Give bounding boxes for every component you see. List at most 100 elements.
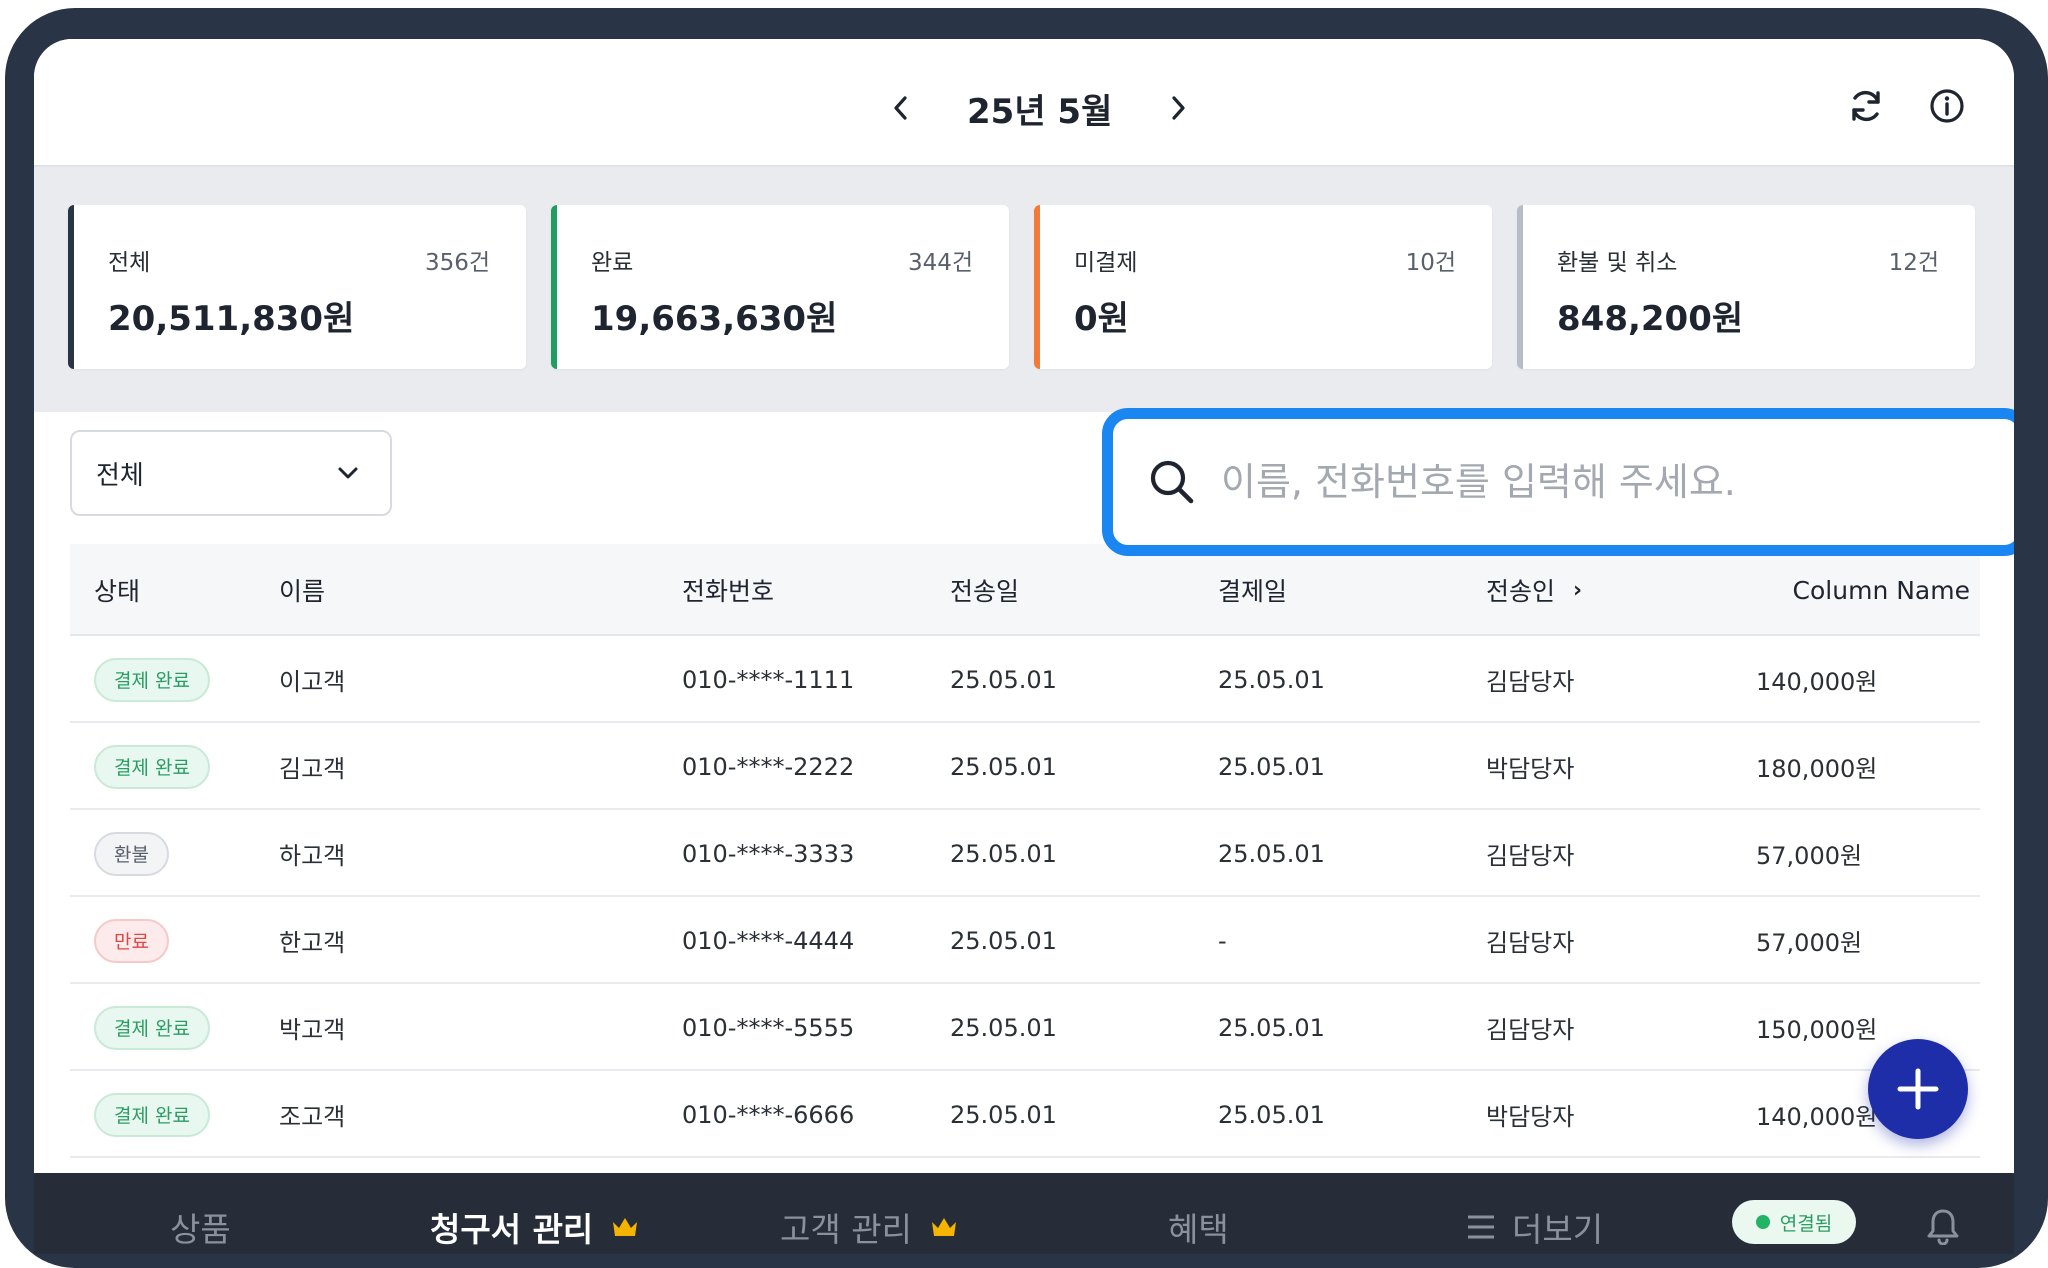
nav-item-more[interactable]: 더보기 <box>1466 1203 1603 1251</box>
nav-item-label: 더보기 <box>1512 1210 1604 1249</box>
summary-label: 전체 <box>108 250 151 276</box>
cell-name: 이고객 <box>279 668 346 696</box>
table-row[interactable]: 만료 한고객 010-****-4444 25.05.01 - 김담당자 57,… <box>70 897 1980 984</box>
cell-phone: 010-****-3333 <box>682 839 855 868</box>
summary-label: 환불 및 취소 <box>1557 250 1678 276</box>
nav-item-label: 상품 <box>170 1210 231 1249</box>
status-filter-select[interactable]: 전체 <box>70 430 392 516</box>
cell-sent-date: 25.05.01 <box>950 665 1057 694</box>
summary-section: 전체 356건 20,511,830원 완료 344건 19,663,630원 … <box>34 167 2014 412</box>
cell-sent-date: 25.05.01 <box>950 1100 1057 1129</box>
nav-item-products[interactable]: 상품 <box>170 1203 231 1251</box>
chevron-right-icon: › <box>1573 577 1583 603</box>
cell-amount: 57,000원 <box>1756 842 1863 870</box>
cell-sent-date: 25.05.01 <box>950 926 1057 955</box>
summary-amount: 20,511,830원 <box>108 299 355 339</box>
column-header-paid-date: 결제일 <box>1218 577 1288 606</box>
nav-item-label: 청구서 관리 <box>430 1210 594 1249</box>
nav-item-benefits[interactable]: 혜택 <box>1168 1203 1229 1251</box>
summary-count: 10건 <box>1405 250 1456 276</box>
status-badge: 결제 완료 <box>94 657 210 702</box>
search-icon <box>1150 460 1194 504</box>
summary-card-unpaid[interactable]: 미결제 10건 0원 <box>1034 205 1492 369</box>
summary-amount: 0원 <box>1074 299 1129 339</box>
cell-sender: 김담당자 <box>1486 842 1575 870</box>
table-row[interactable]: 결제 완료 이고객 010-****-1111 25.05.01 25.05.0… <box>70 636 1980 723</box>
summary-card-total[interactable]: 전체 356건 20,511,830원 <box>68 205 526 369</box>
chevron-right-icon <box>1172 96 1185 120</box>
search-input[interactable] <box>1221 460 2014 504</box>
cell-paid-date: 25.05.01 <box>1218 1100 1325 1129</box>
status-dot <box>1755 1215 1770 1229</box>
notification-button[interactable] <box>1920 1203 1966 1249</box>
cell-amount: 150,000원 <box>1756 1016 1878 1044</box>
cell-amount: 140,000원 <box>1756 668 1878 696</box>
cell-phone: 010-****-6666 <box>682 1100 855 1129</box>
cell-name: 한고객 <box>279 929 346 957</box>
cell-paid-date: 25.05.01 <box>1218 1013 1325 1042</box>
crown-icon <box>931 1218 956 1236</box>
cell-sender: 박담당자 <box>1486 1103 1575 1131</box>
refresh-button[interactable] <box>1841 81 1891 131</box>
cell-phone: 010-****-4444 <box>682 926 855 955</box>
column-header-sent-date: 전송일 <box>950 577 1020 606</box>
bell-icon <box>1927 1209 1959 1245</box>
cell-sender: 김담당자 <box>1486 668 1575 696</box>
cell-paid-date: 25.05.01 <box>1218 752 1325 781</box>
invoice-table: 상태 이름 전화번호 전송일 결제일 전송인 › Column Name 결제 … <box>70 544 1980 1158</box>
cell-sent-date: 25.05.01 <box>950 752 1057 781</box>
chevron-left-icon <box>894 96 907 120</box>
table-header: 상태 이름 전화번호 전송일 결제일 전송인 › Column Name <box>70 544 1980 636</box>
next-month-button[interactable] <box>1156 86 1200 130</box>
nav-item-customer-management[interactable]: 고객 관리 <box>780 1203 958 1251</box>
summary-amount: 19,663,630원 <box>591 299 838 339</box>
table-row[interactable]: 결제 완료 김고객 010-****-2222 25.05.01 25.05.0… <box>70 723 1980 810</box>
cell-amount: 57,000원 <box>1756 929 1863 957</box>
cell-paid-date: 25.05.01 <box>1218 839 1325 868</box>
cell-name: 조고객 <box>279 1103 346 1131</box>
prev-month-button[interactable] <box>879 86 923 130</box>
nav-item-label: 혜택 <box>1168 1210 1229 1249</box>
summary-amount: 848,200원 <box>1557 299 1744 339</box>
column-header-status: 상태 <box>94 577 141 606</box>
status-badge: 환불 <box>94 831 169 876</box>
cell-paid-date: 25.05.01 <box>1218 665 1325 694</box>
chevron-down-icon <box>338 467 358 479</box>
cell-sent-date: 25.05.01 <box>950 1013 1057 1042</box>
status-badge: 결제 완료 <box>94 1005 210 1050</box>
summary-label: 완료 <box>591 250 634 276</box>
cell-paid-date: - <box>1218 926 1227 955</box>
cell-sent-date: 25.05.01 <box>950 839 1057 868</box>
cell-amount: 140,000원 <box>1756 1103 1878 1131</box>
status-filter-value: 전체 <box>96 460 144 491</box>
month-navigator: 25년 5월 <box>879 83 1200 133</box>
summary-card-refund-cancel[interactable]: 환불 및 취소 12건 848,200원 <box>1517 205 1975 369</box>
add-invoice-button[interactable] <box>1868 1039 1968 1139</box>
cell-name: 하고객 <box>279 842 346 870</box>
info-button[interactable] <box>1922 81 1972 131</box>
nav-item-label: 고객 관리 <box>780 1210 912 1249</box>
cell-phone: 010-****-5555 <box>682 1013 855 1042</box>
table-row[interactable]: 결제 완료 조고객 010-****-6666 25.05.01 25.05.0… <box>70 1071 1980 1158</box>
table-row[interactable]: 결제 완료 박고객 010-****-5555 25.05.01 25.05.0… <box>70 984 1980 1071</box>
status-badge: 만료 <box>94 918 169 963</box>
refresh-icon <box>1852 90 1880 122</box>
summary-count: 356건 <box>424 250 490 276</box>
crown-icon <box>613 1218 638 1236</box>
column-header-sender-label: 전송인 <box>1486 577 1556 606</box>
column-header-sender[interactable]: 전송인 › <box>1486 544 1582 636</box>
nav-item-invoice-management[interactable]: 청구서 관리 <box>430 1203 639 1251</box>
cell-name: 김고객 <box>279 755 346 783</box>
summary-card-completed[interactable]: 완료 344건 19,663,630원 <box>551 205 1009 369</box>
summary-count: 344건 <box>907 250 973 276</box>
cell-name: 박고객 <box>279 1016 346 1044</box>
app-screen: 25년 5월 전체 356건 20,511,830원 완료 344건 19,66… <box>34 39 2014 1254</box>
cell-sender: 김담당자 <box>1486 929 1575 957</box>
column-header-phone: 전화번호 <box>682 577 775 606</box>
status-badge: 결제 완료 <box>94 744 210 789</box>
connection-status-badge: 연결됨 <box>1732 1200 1856 1244</box>
month-title: 25년 5월 <box>967 91 1113 132</box>
status-badge: 결제 완료 <box>94 1092 210 1137</box>
menu-icon <box>1468 1215 1494 1239</box>
table-row[interactable]: 환불 하고객 010-****-3333 25.05.01 25.05.01 김… <box>70 810 1980 897</box>
